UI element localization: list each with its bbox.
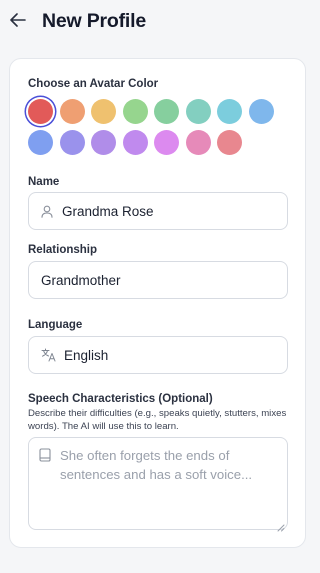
relationship-value: Grandmother <box>41 272 121 288</box>
avatar-color-swatch[interactable] <box>91 130 116 155</box>
avatar-color-swatch[interactable] <box>185 99 211 124</box>
language-value: English <box>64 347 109 363</box>
name-field[interactable]: Grandma Rose <box>28 192 288 230</box>
language-select[interactable]: English <box>28 336 288 374</box>
avatar-color-swatch[interactable] <box>59 130 85 155</box>
translate-icon <box>40 348 56 362</box>
name-value: Grandma Rose <box>62 203 154 219</box>
avatar-color-swatch[interactable] <box>122 130 148 155</box>
speech-label: Speech Characteristics (Optional) <box>28 393 213 405</box>
relationship-field[interactable]: Grandmother <box>28 261 288 299</box>
profile-form-card: Choose an Avatar Color Name Grandma Rose… <box>9 58 306 548</box>
avatar-color-swatch[interactable] <box>217 130 242 155</box>
arrow-left-icon <box>10 12 26 32</box>
avatar-color-swatch[interactable] <box>185 130 211 155</box>
page-title: New Profile <box>42 10 146 32</box>
relationship-label: Relationship <box>28 244 98 256</box>
avatar-color-swatch[interactable] <box>91 99 116 124</box>
speech-placeholder: She often forgets the ends of sentences … <box>60 448 253 482</box>
speech-textarea[interactable]: She often forgets the ends of sentences … <box>28 437 288 532</box>
header: New Profile <box>0 0 318 46</box>
book-icon <box>39 448 51 467</box>
avatar-color-swatch[interactable] <box>59 99 85 124</box>
name-label: Name <box>28 176 60 188</box>
avatar-color-label: Choose an Avatar Color <box>28 78 159 90</box>
avatar-color-swatch[interactable] <box>248 99 274 124</box>
back-button[interactable] <box>8 12 28 32</box>
language-label: Language <box>28 319 83 331</box>
avatar-color-swatch[interactable] <box>122 99 148 124</box>
avatar-color-swatch[interactable] <box>154 130 179 155</box>
resize-handle-icon[interactable] <box>277 519 285 532</box>
avatar-color-swatch[interactable] <box>217 99 242 124</box>
avatar-color-swatch[interactable] <box>154 99 179 124</box>
user-icon <box>40 204 54 218</box>
avatar-color-swatch[interactable] <box>28 99 53 124</box>
avatar-color-swatch[interactable] <box>28 130 53 155</box>
speech-helper-text: Describe their difficulties (e.g., speak… <box>28 408 287 432</box>
